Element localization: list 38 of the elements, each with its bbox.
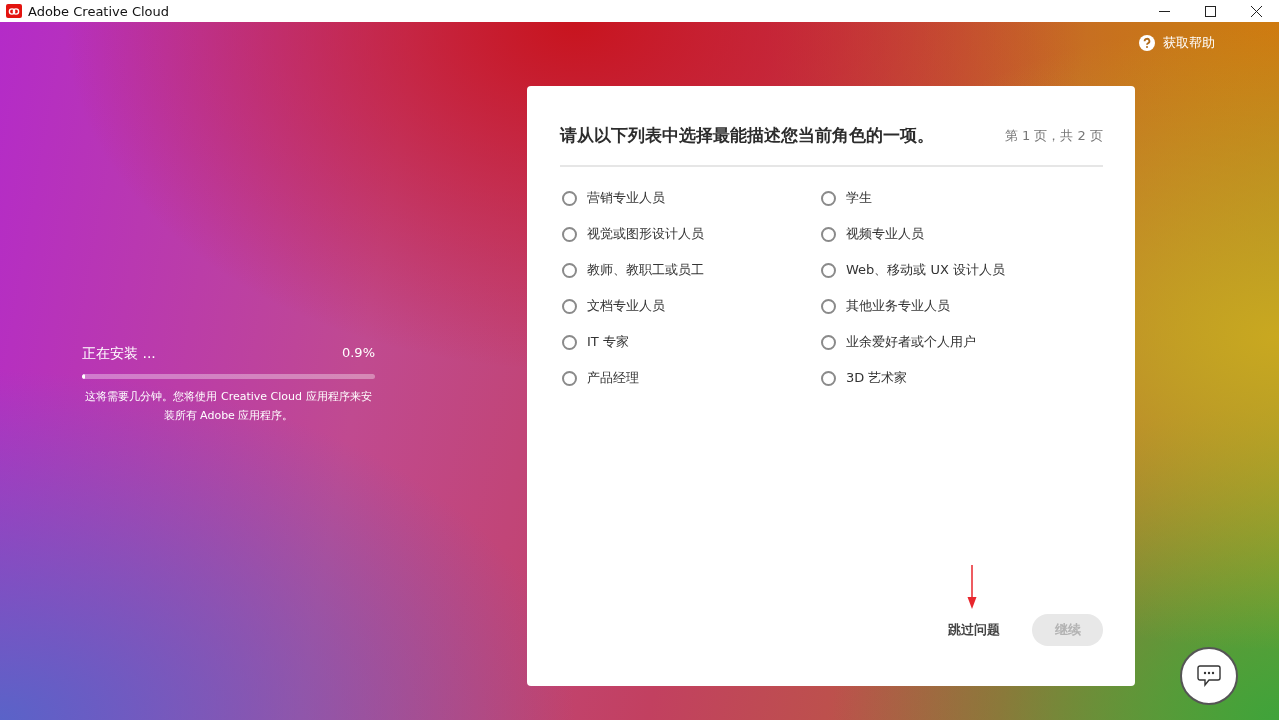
install-note: 这将需要几分钟。您将使用 Creative Cloud 应用程序来安装所有 Adobe 应用程序。 [84,389,373,424]
role-option[interactable]: 学生 [819,180,1103,216]
radio-button[interactable] [562,262,577,278]
role-option[interactable]: Web、移动或 UX 设计人员 [819,252,1103,288]
role-option[interactable]: 业余爱好者或个人用户 [819,324,1103,360]
role-option[interactable]: 3D 艺术家 [819,360,1103,396]
radio-button[interactable] [821,298,836,314]
radio-button[interactable] [562,226,577,242]
role-option[interactable]: 文档专业人员 [560,288,819,324]
radio-button[interactable] [562,190,577,206]
annotation-arrow [967,565,977,609]
radio-button[interactable] [562,334,577,350]
page-indicator: 第 1 页，共 2 页 [1004,126,1103,145]
role-option[interactable]: 视觉或图形设计人员 [560,216,819,252]
radio-button[interactable] [821,334,836,350]
help-icon [1139,35,1155,51]
window-title: Adobe Creative Cloud [28,3,171,19]
role-option[interactable]: IT 专家 [560,324,819,360]
radio-button[interactable] [821,262,836,278]
install-status: 正在安装 ... [82,345,156,363]
chat-icon [1197,665,1221,687]
skip-button[interactable]: 跳过问题 [948,621,1000,639]
role-option[interactable]: 其他业务专业人员 [819,288,1103,324]
radio-button[interactable] [562,298,577,314]
radio-button[interactable] [821,370,836,386]
install-percent: 0.9% [341,345,375,362]
radio-button[interactable] [562,370,577,386]
radio-button[interactable] [821,190,836,206]
survey-question: 请从以下列表中选择最能描述您当前角色的一项。 [560,124,934,147]
close-icon [1250,5,1262,17]
app-logo-icon [6,4,22,18]
radio-button[interactable] [821,226,836,242]
maximize-icon [1204,5,1216,17]
role-option[interactable]: 产品经理 [560,360,819,396]
role-option[interactable]: 教师、教职工或员工 [560,252,819,288]
chat-button[interactable] [1180,647,1238,705]
role-option[interactable]: 营销专业人员 [560,180,819,216]
role-option[interactable]: 视频专业人员 [819,216,1103,252]
